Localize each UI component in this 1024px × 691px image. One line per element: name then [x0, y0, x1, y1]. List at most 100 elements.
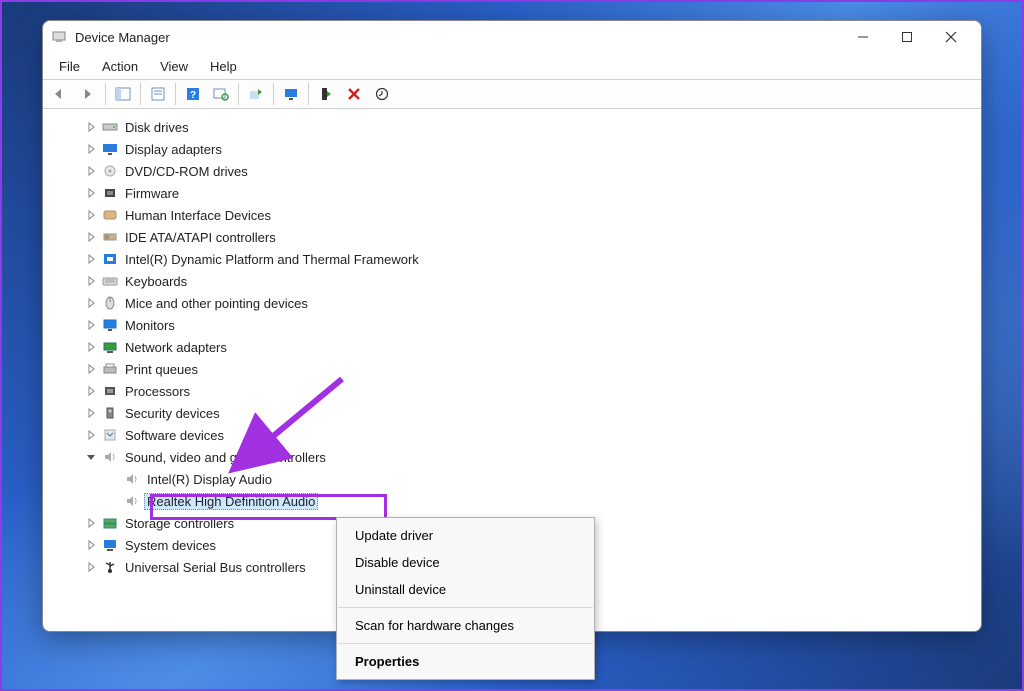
tree-item-label: Security devices — [122, 405, 223, 422]
printer-icon — [102, 361, 118, 377]
menu-scan-hardware[interactable]: Scan for hardware changes — [337, 612, 594, 639]
menu-action[interactable]: Action — [92, 57, 148, 76]
chevron-right-icon[interactable] — [84, 296, 98, 310]
tree-item-label: Storage controllers — [122, 515, 237, 532]
security-icon — [102, 405, 118, 421]
display-icon — [102, 141, 118, 157]
menu-file[interactable]: File — [49, 57, 90, 76]
tree-item[interactable]: Display adapters — [54, 138, 978, 160]
sound-icon — [124, 471, 140, 487]
sound-icon — [124, 493, 140, 509]
chevron-right-icon[interactable] — [84, 406, 98, 420]
forward-button[interactable] — [75, 82, 101, 106]
tree-item[interactable]: Intel(R) Dynamic Platform and Thermal Fr… — [54, 248, 978, 270]
tree-item-label: Network adapters — [122, 339, 230, 356]
svg-text:?: ? — [190, 90, 196, 101]
tree-item[interactable]: Firmware — [54, 182, 978, 204]
chevron-right-icon[interactable] — [84, 208, 98, 222]
back-button[interactable] — [47, 82, 73, 106]
chevron-right-icon[interactable] — [84, 164, 98, 178]
window-title: Device Manager — [75, 30, 833, 45]
chevron-right-icon[interactable] — [84, 428, 98, 442]
toolbar: ? — [43, 79, 981, 109]
tree-item[interactable]: Intel(R) Display Audio — [54, 468, 978, 490]
tree-item[interactable]: Realtek High Definition Audio — [54, 490, 978, 512]
tree-item-label: Intel(R) Display Audio — [144, 471, 275, 488]
tree-item[interactable]: Disk drives — [54, 116, 978, 138]
menu-view[interactable]: View — [150, 57, 198, 76]
menubar: File Action View Help — [43, 53, 981, 79]
maximize-button[interactable] — [885, 22, 929, 52]
tree-item-label: Firmware — [122, 185, 182, 202]
tree-item[interactable]: Sound, video and game controllers — [54, 446, 978, 468]
menu-separator — [338, 643, 593, 644]
show-hide-tree-button[interactable] — [110, 82, 136, 106]
menu-update-driver[interactable]: Update driver — [337, 522, 594, 549]
tree-item-label: Sound, video and game controllers — [122, 449, 329, 466]
tree-item-label: Display adapters — [122, 141, 225, 158]
chevron-right-icon[interactable] — [84, 340, 98, 354]
keyboard-icon — [102, 273, 118, 289]
chevron-right-icon — [106, 494, 120, 508]
chevron-right-icon[interactable] — [84, 538, 98, 552]
tree-item-label: Intel(R) Dynamic Platform and Thermal Fr… — [122, 251, 422, 268]
chevron-right-icon[interactable] — [84, 230, 98, 244]
tree-item[interactable]: Keyboards — [54, 270, 978, 292]
menu-uninstall-device[interactable]: Uninstall device — [337, 576, 594, 603]
properties-button[interactable] — [145, 82, 171, 106]
help-button[interactable]: ? — [180, 82, 206, 106]
enable-button[interactable] — [369, 82, 395, 106]
chevron-right-icon[interactable] — [84, 384, 98, 398]
monitor-button[interactable] — [278, 82, 304, 106]
menu-help[interactable]: Help — [200, 57, 247, 76]
sound-icon — [102, 449, 118, 465]
tree-item[interactable]: Monitors — [54, 314, 978, 336]
tree-item-label: Mice and other pointing devices — [122, 295, 311, 312]
tree-item-label: Processors — [122, 383, 193, 400]
tree-item[interactable]: Human Interface Devices — [54, 204, 978, 226]
dvd-icon — [102, 163, 118, 179]
chevron-right-icon[interactable] — [84, 318, 98, 332]
cpu-icon — [102, 383, 118, 399]
ide-icon — [102, 229, 118, 245]
mouse-icon — [102, 295, 118, 311]
menu-disable-device[interactable]: Disable device — [337, 549, 594, 576]
tree-item-label: System devices — [122, 537, 219, 554]
chevron-right-icon[interactable] — [84, 120, 98, 134]
tree-item[interactable]: Print queues — [54, 358, 978, 380]
tree-item-label: Keyboards — [122, 273, 190, 290]
tree-item-label: Universal Serial Bus controllers — [122, 559, 309, 576]
tree-item-label: IDE ATA/ATAPI controllers — [122, 229, 279, 246]
chevron-right-icon[interactable] — [84, 186, 98, 200]
scan-button[interactable] — [208, 82, 234, 106]
chevron-right-icon[interactable] — [84, 252, 98, 266]
tree-item[interactable]: IDE ATA/ATAPI controllers — [54, 226, 978, 248]
firmware-icon — [102, 185, 118, 201]
tree-item[interactable]: Security devices — [54, 402, 978, 424]
tree-item-label: Realtek High Definition Audio — [144, 493, 318, 510]
tree-item[interactable]: Mice and other pointing devices — [54, 292, 978, 314]
chevron-right-icon[interactable] — [84, 362, 98, 376]
chevron-right-icon[interactable] — [84, 516, 98, 530]
tree-item-label: Print queues — [122, 361, 201, 378]
hid-icon — [102, 207, 118, 223]
chevron-right-icon[interactable] — [84, 142, 98, 156]
disable-button[interactable] — [313, 82, 339, 106]
tree-item[interactable]: Processors — [54, 380, 978, 402]
minimize-button[interactable] — [841, 22, 885, 52]
chevron-right-icon — [106, 472, 120, 486]
close-button[interactable] — [929, 22, 973, 52]
tree-item[interactable]: DVD/CD-ROM drives — [54, 160, 978, 182]
tree-item[interactable]: Network adapters — [54, 336, 978, 358]
menu-properties[interactable]: Properties — [337, 648, 594, 675]
chevron-right-icon[interactable] — [84, 560, 98, 574]
update-driver-button[interactable] — [243, 82, 269, 106]
chevron-right-icon[interactable] — [84, 274, 98, 288]
app-icon — [51, 29, 67, 45]
network-icon — [102, 339, 118, 355]
tree-item-label: Human Interface Devices — [122, 207, 274, 224]
intel-icon — [102, 251, 118, 267]
uninstall-button[interactable] — [341, 82, 367, 106]
chevron-down-icon[interactable] — [84, 450, 98, 464]
tree-item[interactable]: Software devices — [54, 424, 978, 446]
